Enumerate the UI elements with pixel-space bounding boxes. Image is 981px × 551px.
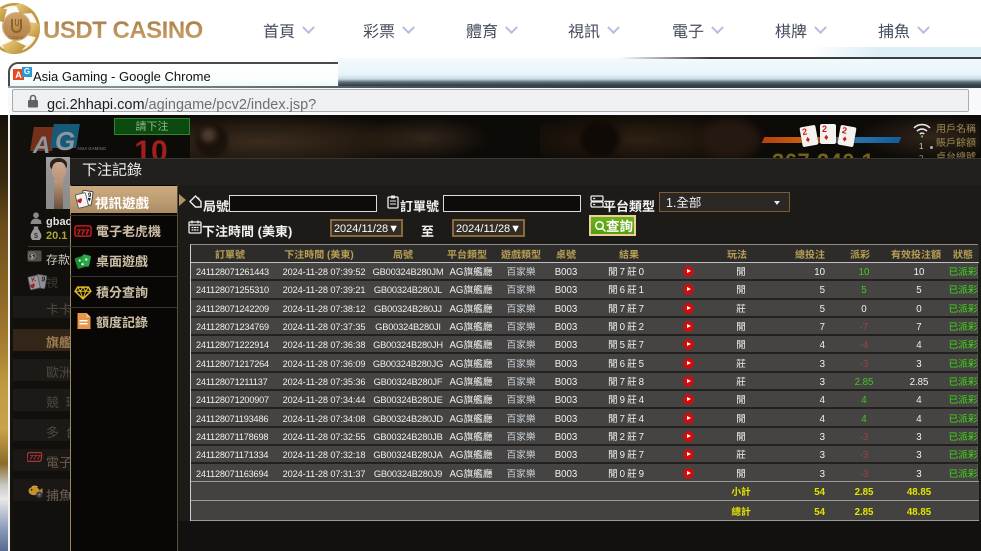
svg-text:777: 777	[30, 452, 41, 462]
svg-text:777: 777	[77, 227, 90, 236]
svg-text:*: *	[39, 218, 42, 224]
